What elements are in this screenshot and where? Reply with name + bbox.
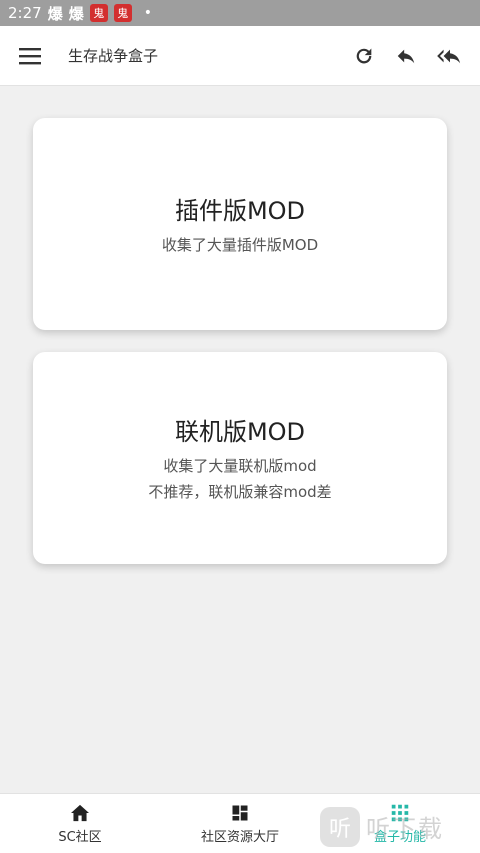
reply-all-icon[interactable] (434, 40, 466, 72)
status-notification-badge: 鬼 (89, 4, 108, 22)
home-icon (71, 804, 89, 821)
watermark-logo: 听 (320, 806, 360, 847)
plugin-mod-card[interactable]: 插件版MOD 收集了大量插件版MOD (33, 118, 447, 330)
card-description: 收集了大量联机版mod (163, 456, 317, 475)
nav-label: 社区资源大厅 (200, 829, 279, 845)
status-notification-glyph: 爆 (68, 4, 84, 23)
status-notification-badge: 鬼 (113, 4, 132, 22)
card-title: 联机版MOD (174, 417, 306, 446)
nav-label: SC社区 (58, 829, 102, 845)
dashboard-icon (232, 805, 248, 820)
status-time: 2:27 (8, 4, 42, 22)
watermark: 听 听下载 (320, 800, 480, 853)
card-title: 插件版MOD (174, 196, 306, 225)
refresh-icon[interactable] (348, 40, 380, 72)
app-bar: 生存战争盒子 (0, 26, 480, 86)
status-notification-glyph: 爆 (47, 4, 63, 23)
nav-item-sc-community[interactable]: SC社区 (0, 794, 160, 853)
online-mod-card[interactable]: 联机版MOD 收集了大量联机版mod 不推荐，联机版兼容mod差 (33, 352, 447, 564)
nav-item-resource-hall[interactable]: 社区资源大厅 (160, 794, 320, 853)
hamburger-menu-icon[interactable] (14, 40, 46, 72)
status-dot: • (143, 5, 152, 21)
card-description: 不推荐，联机版兼容mod差 (148, 482, 332, 501)
reply-icon[interactable] (390, 40, 422, 72)
app-title: 生存战争盒子 (68, 47, 159, 65)
watermark-text: 听下载 (366, 815, 444, 843)
card-description: 收集了大量插件版MOD (161, 235, 319, 254)
status-bar: 2:27 爆 爆 鬼 鬼 • (0, 0, 480, 26)
